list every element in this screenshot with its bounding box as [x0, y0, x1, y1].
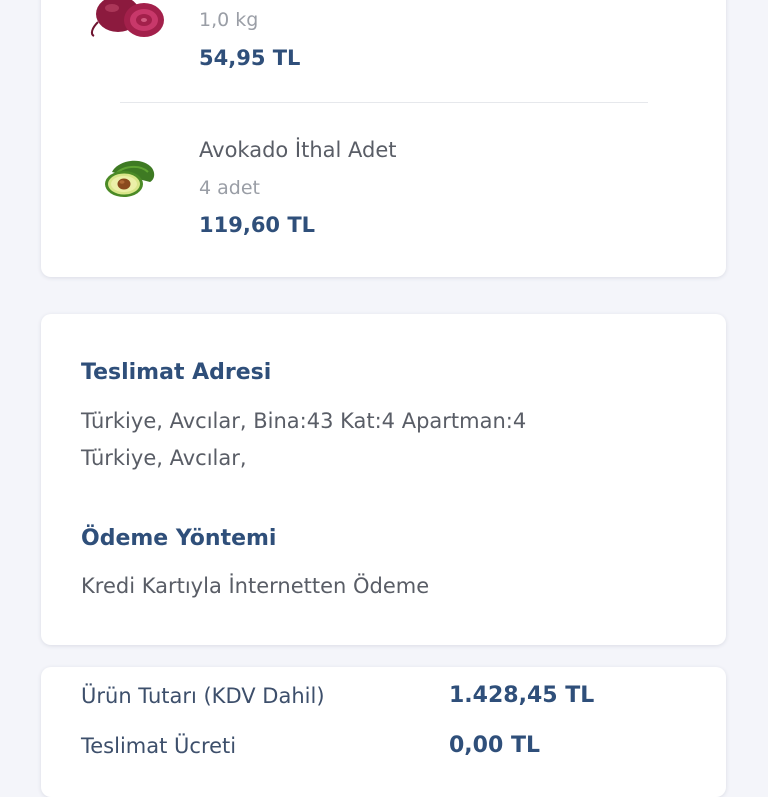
delivery-fee-label: Teslimat Ücreti — [81, 734, 237, 758]
delivery-address-title: Teslimat Adresi — [81, 360, 272, 385]
item-price: 54,95 TL — [199, 46, 301, 70]
payment-method-title: Ödeme Yöntemi — [81, 526, 277, 551]
product-total-label: Ürün Tutarı (KDV Dahil) — [81, 684, 325, 708]
beet-product-image — [88, 0, 168, 48]
delivery-address-line1: Türkiye, Avcılar, Bina:43 Kat:4 Apartman… — [81, 409, 527, 433]
delivery-address-line2: Türkiye, Avcılar, — [81, 446, 247, 470]
item-price: 119,60 TL — [199, 213, 316, 237]
product-total-value: 1.428,45 TL — [449, 683, 595, 708]
item-name: Avokado İthal Adet — [199, 138, 397, 162]
delivery-fee-value: 0,00 TL — [449, 733, 540, 758]
item-divider — [120, 102, 648, 103]
item-quantity: 1,0 kg — [199, 9, 259, 31]
item-quantity: 4 adet — [199, 177, 260, 199]
avocado-product-image — [102, 158, 158, 202]
payment-method-value: Kredi Kartıyla İnternetten Ödeme — [81, 574, 430, 598]
